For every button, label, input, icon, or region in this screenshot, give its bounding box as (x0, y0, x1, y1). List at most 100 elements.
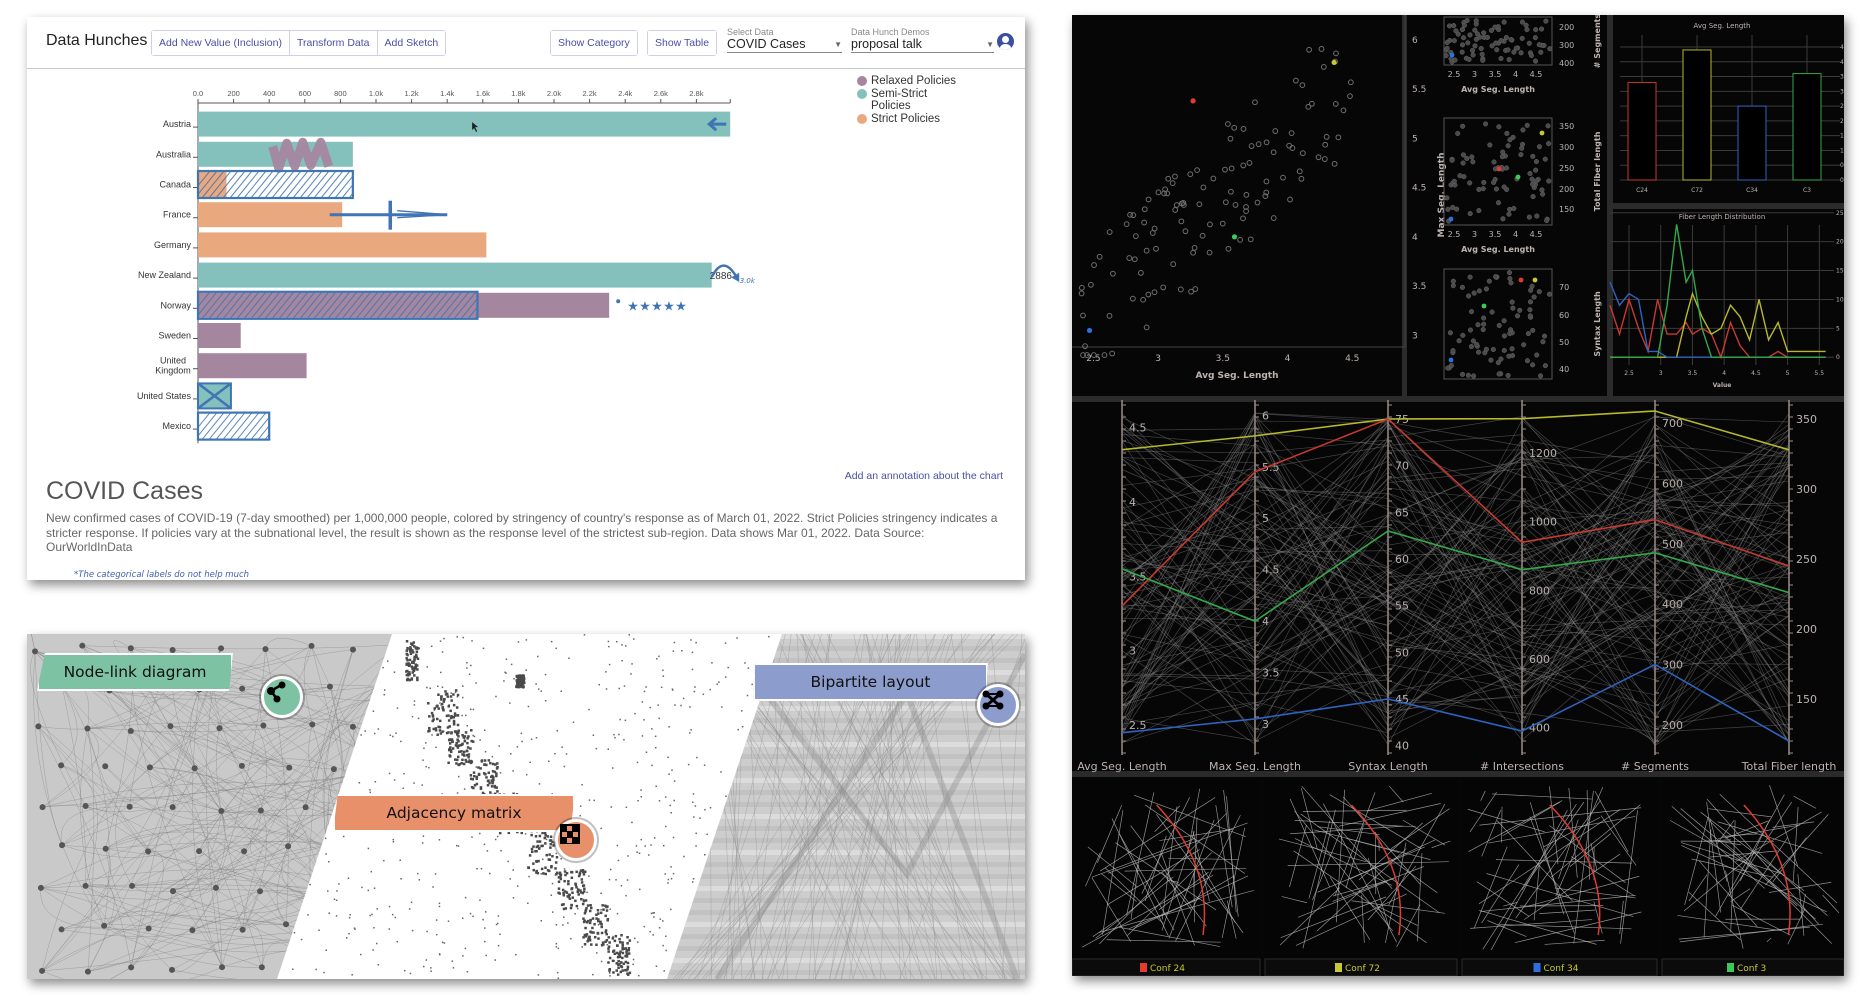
select-data-dropdown[interactable]: Select Data COVID Cases ▼ (727, 27, 842, 53)
scatter-point (1490, 346, 1496, 353)
matrix-cluster-cell (608, 956, 612, 960)
matrix-cluster-cell (530, 833, 533, 837)
matrix-cluster-cell (611, 937, 615, 940)
matrix-cell (651, 728, 653, 730)
matrix-cell (425, 959, 428, 961)
bipartite-band (667, 706, 1025, 711)
matrix-cell (614, 736, 616, 739)
fiber-thumbnail-3: Conf 34 (1461, 777, 1658, 976)
scatter-point (1509, 346, 1515, 352)
matrix-cell (430, 970, 432, 972)
graph-node (35, 723, 42, 730)
bipartite-band (667, 934, 1025, 939)
matrix-cell (462, 636, 465, 639)
scatter-point (1533, 27, 1539, 33)
matrix-cluster-cell (579, 869, 583, 872)
matrix-cluster-cell (626, 942, 629, 945)
pc-tick-label: 350 (1796, 413, 1817, 426)
scatter-point (1475, 322, 1481, 328)
matrix-cell (426, 666, 428, 668)
add-annotation-link[interactable]: Add an annotation about the chart (845, 470, 1003, 482)
graph-edge (378, 686, 392, 770)
matrix-cell (470, 664, 472, 667)
user-circle-icon[interactable] (997, 33, 1014, 50)
legend-item-semi-strict[interactable]: Semi-Strict Policies (857, 88, 957, 113)
scatter-point (1188, 288, 1194, 295)
scatter-point (1467, 274, 1473, 280)
star-icon: ★ (675, 299, 687, 314)
scatter-y-tick: 3.5 (1412, 282, 1426, 292)
matrix-cluster-cell (521, 685, 525, 689)
small-y-tick: 60 (1559, 311, 1569, 320)
matrix-cell (668, 773, 670, 775)
scatter-point (1460, 332, 1466, 338)
scatter-point (1511, 205, 1517, 212)
matrix-cluster-cell (615, 951, 619, 955)
show-category-button[interactable]: Show Category (551, 31, 637, 55)
scatter-point (1444, 195, 1450, 201)
scatter-point (1471, 373, 1477, 379)
graph-node (102, 763, 109, 770)
bipartite-band (667, 958, 1025, 963)
scatter-point (1248, 143, 1255, 149)
matrix-cell (672, 836, 675, 839)
small-y-tick: 150 (1559, 205, 1574, 214)
matrix-cell (345, 937, 348, 939)
scatter-point (1517, 307, 1523, 313)
matrix-cluster-cell (450, 714, 453, 718)
show-table-button[interactable]: Show Table (648, 31, 717, 55)
matrix-cluster-cell (458, 750, 461, 754)
scatter-point (1467, 327, 1473, 333)
matrix-cluster-cell (555, 872, 558, 876)
fiber-analytics-views: 2.5 3 3.5 4 4.5 3 3.5 4 4.5 5 5.5 6 Avg Seg. Length M… (1072, 15, 1844, 976)
graph-node (145, 925, 152, 932)
matrix-cell (530, 738, 533, 741)
legend-item-relaxed[interactable]: Relaxed Policies (857, 75, 957, 88)
graph-node (397, 728, 403, 734)
matrix-cluster-cell (447, 714, 450, 717)
matrix-cluster-cell (448, 747, 451, 751)
scatter-point (1140, 296, 1147, 303)
add-sketch-button[interactable]: Add Sketch (377, 31, 446, 55)
matrix-cluster-cell (567, 893, 571, 897)
matrix-cluster-cell (588, 921, 592, 925)
matrix-cluster-cell (621, 951, 625, 955)
x-tick-label: 1.2k (405, 89, 419, 98)
matrix-cell (535, 683, 537, 685)
hunch-inclusion-sketch-mexico (196, 411, 271, 441)
matrix-cluster-cell (483, 759, 487, 762)
transform-data-button[interactable]: Transform Data (289, 31, 378, 55)
matrix-cell (636, 851, 638, 853)
matrix-cell (551, 911, 554, 913)
matrix-cell (429, 687, 432, 690)
legend-item-strict[interactable]: Strict Policies (857, 113, 957, 126)
scatter-point (1322, 141, 1329, 148)
chart-description: New confirmed cases of COVID-19 (7-day s… (46, 511, 998, 554)
matrix-cell (525, 639, 528, 641)
matrix-cell (680, 704, 682, 707)
matrix-cluster-cell (622, 947, 626, 950)
matrix-cluster-cell (491, 774, 494, 778)
add-new-value-button[interactable]: Add New Value (Inclusion) (152, 31, 290, 55)
matrix-cluster-cell (477, 773, 481, 777)
matrix-cluster-cell (582, 884, 586, 887)
matrix-cluster-cell (489, 791, 492, 794)
config-color-swatch (1140, 963, 1147, 972)
matrix-cluster-cell (536, 840, 539, 843)
scatter-point (1240, 215, 1246, 222)
matrix-cell (586, 891, 588, 894)
graph-node (32, 648, 39, 655)
line-x-tick: 5 (1786, 370, 1790, 377)
scatter-point (1210, 175, 1217, 182)
matrix-cluster-cell (607, 961, 610, 964)
star-icon: ★ (651, 299, 663, 314)
sketch-hatch (299, 170, 323, 199)
pc-tick-label: 300 (1796, 483, 1817, 496)
bar-chart-title: Avg Seg. Length (1694, 22, 1751, 30)
matrix-cluster-cell (588, 909, 592, 913)
matrix-cluster-cell (447, 738, 451, 742)
demo-select-dropdown[interactable]: Data Hunch Demos proposal talk ▼ (851, 27, 994, 53)
matrix-cell (560, 690, 562, 693)
scatter-point (1127, 211, 1133, 218)
matrix-cell (656, 658, 658, 660)
